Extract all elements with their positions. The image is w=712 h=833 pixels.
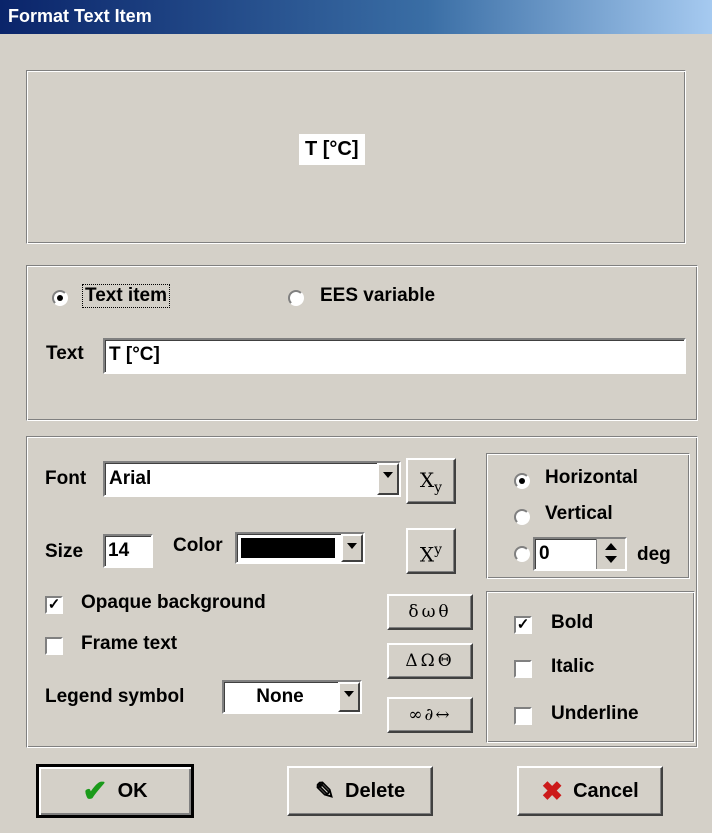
format-group: Font Arial Xy Xy Size 14 Color ✓ Opaque … xyxy=(26,436,698,748)
text-item-radio[interactable] xyxy=(52,290,68,306)
math-symbols-button[interactable]: ∞∂↔ xyxy=(387,697,473,733)
bold-checkbox[interactable]: ✓ xyxy=(514,616,532,634)
superscript-button[interactable]: Xy xyxy=(406,528,456,574)
legend-dropdown-arrow[interactable] xyxy=(338,682,360,712)
spin-down-icon[interactable] xyxy=(605,556,617,563)
window-title: Format Text Item xyxy=(8,6,152,26)
frame-text-checkbox[interactable] xyxy=(45,637,63,655)
delete-label: Delete xyxy=(345,779,406,802)
color-label: Color xyxy=(173,535,223,556)
text-field[interactable]: T [°C] xyxy=(103,338,686,374)
ok-button[interactable]: ✔ OK xyxy=(36,764,194,818)
angle-value: 0 xyxy=(539,543,550,564)
greek-upper-button[interactable]: ΔΩΘ xyxy=(387,643,473,679)
spin-up-icon[interactable] xyxy=(605,543,617,550)
source-group: Text item EES variable Text T [°C] xyxy=(26,265,698,421)
cancel-label: Cancel xyxy=(573,779,639,802)
opaque-background-checkbox[interactable]: ✓ xyxy=(45,596,63,614)
eraser-icon: ✎ xyxy=(314,777,336,805)
vertical-label[interactable]: Vertical xyxy=(545,503,613,525)
size-field[interactable]: 14 xyxy=(103,534,153,568)
ees-variable-label[interactable]: EES variable xyxy=(320,285,435,307)
color-select[interactable] xyxy=(235,532,365,564)
color-swatch xyxy=(241,538,335,558)
bold-label[interactable]: Bold xyxy=(551,612,593,634)
horizontal-label[interactable]: Horizontal xyxy=(545,467,638,489)
frame-text-label[interactable]: Frame text xyxy=(81,633,177,655)
deg-label: deg xyxy=(637,544,671,565)
ees-variable-radio[interactable] xyxy=(288,290,304,306)
horizontal-radio[interactable] xyxy=(514,473,530,489)
style-group: ✓ Bold Italic Underline xyxy=(486,591,695,743)
size-label: Size xyxy=(45,541,84,562)
close-icon: ✖ xyxy=(541,775,564,806)
subscript-button[interactable]: Xy xyxy=(406,458,456,504)
vertical-radio[interactable] xyxy=(514,509,530,525)
cancel-button[interactable]: ✖ Cancel xyxy=(517,766,663,816)
underline-checkbox[interactable] xyxy=(514,707,532,725)
italic-label[interactable]: Italic xyxy=(551,656,594,678)
font-select[interactable]: Arial xyxy=(103,461,401,497)
preview-panel: T [°C] xyxy=(26,70,686,244)
underline-label[interactable]: Underline xyxy=(551,703,639,725)
legend-symbol-label: Legend symbol xyxy=(45,686,185,707)
legend-symbol-value: None xyxy=(256,686,304,707)
opaque-background-label[interactable]: Opaque background xyxy=(81,592,266,614)
angle-field[interactable]: 0 xyxy=(533,537,627,571)
italic-checkbox[interactable] xyxy=(514,660,532,678)
greek-lower-button[interactable]: δωθ xyxy=(387,594,473,630)
font-label: Font xyxy=(45,468,87,489)
preview-text: T [°C] xyxy=(299,134,365,165)
delete-button[interactable]: ✎ Delete xyxy=(287,766,433,816)
text-field-value: T [°C] xyxy=(109,344,160,365)
legend-symbol-select[interactable]: None xyxy=(222,680,362,714)
color-dropdown-arrow[interactable] xyxy=(341,534,363,562)
angle-radio[interactable] xyxy=(514,546,530,562)
font-select-value: Arial xyxy=(109,468,152,489)
text-field-label: Text xyxy=(46,343,84,364)
angle-spinner[interactable] xyxy=(596,539,625,569)
orientation-group: Horizontal Vertical 0 deg xyxy=(486,453,690,579)
size-value: 14 xyxy=(108,540,130,561)
font-dropdown-arrow[interactable] xyxy=(377,463,399,495)
title-bar[interactable]: Format Text Item xyxy=(0,0,712,34)
ok-label: OK xyxy=(117,779,148,802)
checkmark-icon: ✔ xyxy=(82,774,108,808)
text-item-label[interactable]: Text item xyxy=(81,284,171,308)
